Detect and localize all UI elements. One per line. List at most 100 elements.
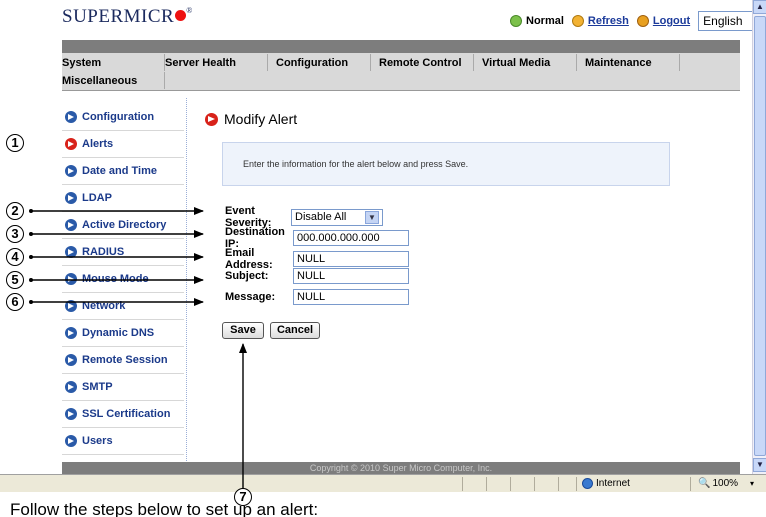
main-nav: System Server Health Configuration Remot… bbox=[62, 53, 740, 91]
sidebar-item-label: Remote Session bbox=[82, 354, 168, 366]
message-row: Message: NULL bbox=[225, 289, 409, 305]
nav-remote-control[interactable]: Remote Control bbox=[371, 54, 474, 71]
sidebar-item-label: Date and Time bbox=[82, 165, 157, 177]
nav-maintenance[interactable]: Maintenance bbox=[577, 54, 680, 71]
sidebar-item-label: SMTP bbox=[82, 381, 113, 393]
arrow-right-icon bbox=[65, 273, 77, 285]
logout-icon[interactable] bbox=[636, 15, 649, 27]
arrow-right-icon bbox=[65, 354, 77, 366]
info-box: Enter the information for the alert belo… bbox=[222, 142, 670, 186]
sidebar-item-radius[interactable]: RADIUS bbox=[62, 239, 184, 266]
language-value: English bbox=[703, 14, 743, 28]
sidebar-item-smtp[interactable]: SMTP bbox=[62, 374, 184, 401]
event-severity-select[interactable]: Disable All ▼ bbox=[291, 208, 383, 226]
sidebar-item-label: Alerts bbox=[82, 138, 114, 150]
scroll-up-icon[interactable]: ▲ bbox=[753, 0, 766, 14]
sidebar-item-mouse-mode[interactable]: Mouse Mode bbox=[62, 266, 184, 293]
arrow-right-icon bbox=[65, 219, 77, 231]
supermicro-logo: SUPERMICR ® bbox=[62, 6, 193, 28]
instruction-caption: Follow the steps below to set up an aler… bbox=[10, 500, 319, 517]
page-title: Modify Alert bbox=[205, 111, 297, 127]
nav-server-health[interactable]: Server Health bbox=[165, 54, 268, 71]
sidebar-item-label: Mouse Mode bbox=[82, 273, 149, 285]
sidebar-item-label: Active Directory bbox=[82, 219, 167, 231]
subject-label: Subject: bbox=[225, 270, 269, 282]
arrow-right-icon bbox=[65, 435, 77, 447]
sidebar-item-users[interactable]: Users bbox=[62, 428, 184, 455]
zoom-control[interactable]: 🔍 100% ▾ bbox=[698, 478, 754, 489]
sidebar-item-configuration[interactable]: Configuration bbox=[62, 104, 184, 131]
sidebar-item-label: Network bbox=[82, 300, 126, 312]
arrow-right-icon bbox=[65, 192, 77, 204]
callout-6: 6 bbox=[6, 293, 24, 311]
sidebar-item-label: RADIUS bbox=[82, 246, 125, 258]
message-label: Message: bbox=[225, 291, 276, 303]
cancel-button[interactable]: Cancel bbox=[270, 322, 320, 339]
message-field[interactable]: NULL bbox=[293, 289, 409, 305]
scroll-thumb[interactable] bbox=[754, 16, 766, 456]
status-cell bbox=[558, 477, 559, 491]
sidebar-item-label: Users bbox=[82, 435, 113, 447]
page-title-text: Modify Alert bbox=[224, 111, 298, 127]
arrow-right-icon bbox=[65, 138, 77, 150]
sidebar-item-network[interactable]: Network bbox=[62, 293, 184, 320]
arrow-right-icon bbox=[65, 246, 77, 258]
arrow-right-icon bbox=[65, 327, 77, 339]
status-cell bbox=[486, 477, 487, 491]
nav-configuration[interactable]: Configuration bbox=[268, 54, 371, 71]
status-cell bbox=[534, 477, 535, 491]
scroll-down-icon[interactable]: ▼ bbox=[753, 458, 766, 472]
sidebar-item-dynamic-dns[interactable]: Dynamic DNS bbox=[62, 320, 184, 347]
sidebar-item-active-directory[interactable]: Active Directory bbox=[62, 212, 184, 239]
logo-registered-mark: ® bbox=[186, 6, 193, 15]
sidebar-item-label: Dynamic DNS bbox=[82, 327, 155, 339]
info-text: Enter the information for the alert belo… bbox=[243, 159, 469, 169]
sidebar: Configuration Alerts Date and Time LDAP … bbox=[62, 104, 184, 455]
nav-virtual-media[interactable]: Virtual Media bbox=[474, 54, 577, 71]
sidebar-item-ssl-certification[interactable]: SSL Certification bbox=[62, 401, 184, 428]
event-severity-value: Disable All bbox=[295, 211, 347, 223]
logo-dot-icon bbox=[175, 10, 187, 21]
chevron-down-icon[interactable]: ▾ bbox=[750, 479, 754, 488]
sidebar-divider bbox=[186, 98, 187, 463]
top-status-bar: Normal Refresh Logout English ▼ bbox=[510, 11, 766, 31]
subject-field[interactable]: NULL bbox=[293, 268, 409, 284]
save-button[interactable]: Save bbox=[222, 322, 264, 339]
nav-miscellaneous[interactable]: Miscellaneous bbox=[62, 72, 165, 89]
nav-system[interactable]: System bbox=[62, 54, 165, 71]
zoom-icon: 🔍 bbox=[698, 478, 711, 489]
email-address-field[interactable]: NULL bbox=[293, 251, 409, 267]
destination-ip-field[interactable]: 000.000.000.000 bbox=[293, 230, 409, 246]
sidebar-item-remote-session[interactable]: Remote Session bbox=[62, 347, 184, 374]
callout-1: 1 bbox=[6, 134, 24, 152]
nav-row-primary: System Server Health Configuration Remot… bbox=[62, 54, 680, 72]
arrow-right-icon bbox=[65, 165, 77, 177]
logo-text: SUPERMICR bbox=[62, 6, 175, 27]
status-cell bbox=[462, 477, 463, 491]
refresh-link[interactable]: Refresh bbox=[588, 15, 629, 27]
copyright-text: Copyright © 2010 Super Micro Computer, I… bbox=[309, 463, 493, 473]
arrow-right-icon bbox=[65, 408, 77, 420]
status-cell bbox=[510, 477, 511, 491]
browser-status-bar: Internet 🔍 100% ▾ bbox=[0, 474, 766, 492]
logout-link[interactable]: Logout bbox=[653, 15, 690, 27]
sidebar-item-ldap[interactable]: LDAP bbox=[62, 185, 184, 212]
status-ok-icon bbox=[510, 15, 522, 27]
vertical-scrollbar[interactable]: ▲ ▼ bbox=[752, 0, 766, 474]
globe-icon bbox=[582, 478, 593, 489]
sidebar-item-alerts[interactable]: Alerts bbox=[62, 131, 184, 158]
arrow-right-icon bbox=[205, 112, 218, 126]
subject-row: Subject: NULL bbox=[225, 268, 409, 284]
sidebar-item-date-and-time[interactable]: Date and Time bbox=[62, 158, 184, 185]
refresh-icon[interactable] bbox=[571, 15, 584, 27]
zoom-level: 100% bbox=[712, 478, 739, 489]
sidebar-item-label: LDAP bbox=[82, 192, 112, 204]
header-divider-bar bbox=[62, 40, 740, 53]
callout-5: 5 bbox=[6, 271, 24, 289]
nav-row-secondary: Miscellaneous bbox=[62, 72, 165, 90]
arrow-right-icon bbox=[65, 300, 77, 312]
arrow-right-icon bbox=[65, 111, 77, 123]
status-cell bbox=[576, 477, 577, 491]
chevron-down-icon[interactable]: ▼ bbox=[365, 210, 379, 224]
security-zone-label: Internet bbox=[596, 478, 630, 489]
